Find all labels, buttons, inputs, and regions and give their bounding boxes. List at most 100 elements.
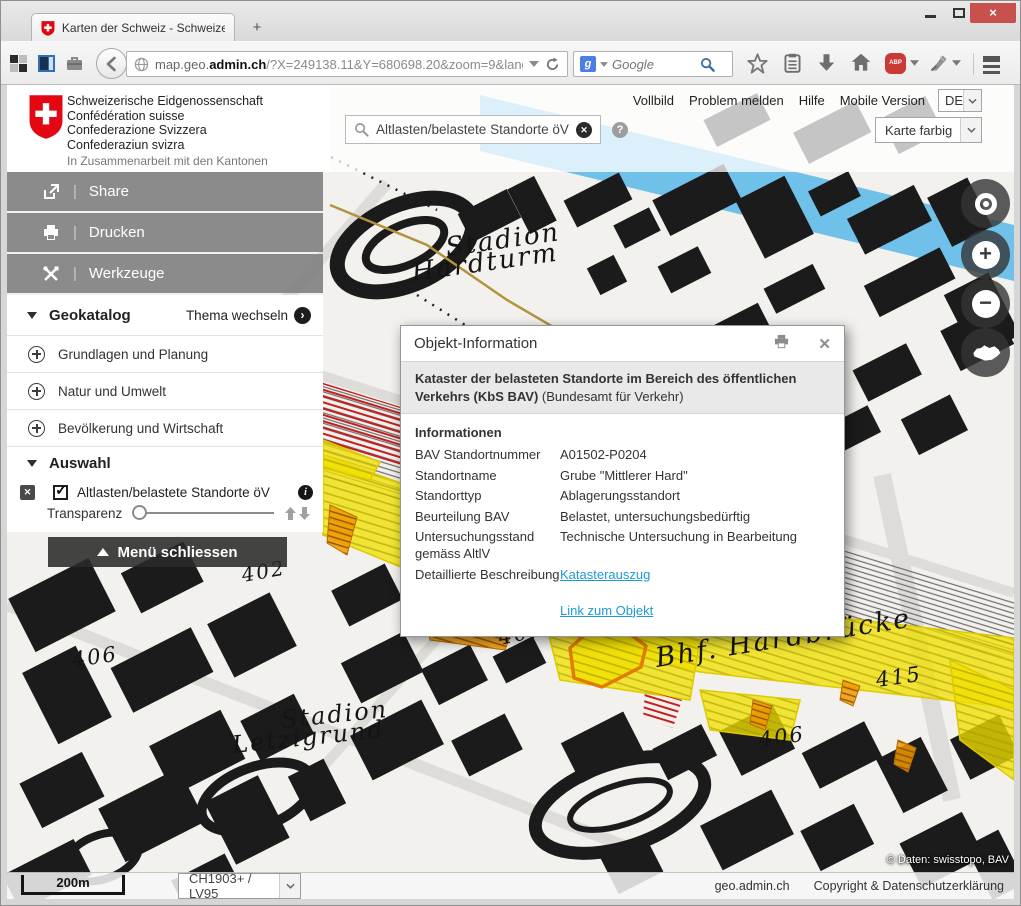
collapse-arrow-icon [27,460,37,467]
adblock-button[interactable]: ABP [885,53,906,74]
change-topic-link[interactable]: Thema wechseln › [186,307,311,324]
katasterauszug-link[interactable]: Katasterauszug [560,567,650,582]
popup-close-icon[interactable]: ✕ [818,335,831,353]
catalog-item-natur[interactable]: Natur und Umwelt [7,372,323,409]
home-button[interactable] [851,53,871,72]
info-row: Standorttyp Ablagerungsstandort [415,487,830,504]
layer-reorder [284,506,311,521]
geocatalog-header[interactable]: Geokatalog Thema wechseln › [7,295,323,335]
search-engine-dropdown-icon[interactable] [600,62,608,67]
urlbar-dropdown-icon[interactable] [529,61,539,67]
bookmarks-menu[interactable] [783,53,802,73]
footer-site-link[interactable]: geo.admin.ch [715,879,790,893]
projection-select[interactable]: CH1903+ / LV95 [178,873,301,899]
transparency-row: Transparenz [7,502,323,532]
transparency-slider[interactable] [132,505,274,521]
footer-copyright-link[interactable]: Copyright & Datenschutzerklärung [814,879,1004,893]
sidebar: | Share | Drucken | Werkzeuge Geokatalog… [7,172,323,532]
menu-icon[interactable] [983,53,1000,62]
close-icon[interactable]: × [970,3,1016,23]
info-row: Detaillierte Beschreibung Katasterauszug [415,566,830,583]
browser-tab[interactable]: Karten der Schweiz - Schweize... [31,13,235,42]
default-extent-button[interactable] [961,328,1010,377]
language-chevron-icon [963,90,981,111]
popup-layer-header: Kataster der belasteten Standorte im Ber… [401,361,844,414]
search-icon [354,122,369,137]
map-style-chevron-icon [960,118,981,142]
search-submit-icon[interactable] [700,57,715,72]
google-logo-icon[interactable]: g [580,56,596,72]
link-problem-melden[interactable]: Problem melden [689,93,784,108]
map-search-box[interactable]: ✕ [345,115,601,144]
swiss-logo [29,94,63,140]
share-icon [41,183,61,201]
web-search-box[interactable]: g [573,51,733,77]
catalog-item-grundlagen[interactable]: Grundlagen und Planung [7,335,323,372]
layer-checkbox[interactable]: ✓ [53,485,68,500]
url-text[interactable]: map.geo.admin.ch/?X=249138.11&Y=680698.2… [155,57,523,72]
catalog-item-bevoelkerung[interactable]: Bevölkerung und Wirtschaft [7,409,323,446]
locate-icon [975,193,997,215]
addon-button[interactable] [929,53,949,73]
reorder-down-icon[interactable] [298,506,311,521]
up-triangle-icon [97,548,109,556]
selection-header[interactable]: Auswahl [7,446,323,480]
layer-row: ✕ ✓ Altlasten/belastete Standorte öV i [7,480,323,502]
language-select[interactable]: DE [938,89,982,112]
locate-button[interactable] [961,179,1010,228]
zoom-in-button[interactable]: + [961,230,1010,279]
search-help-icon[interactable]: ? [612,122,628,138]
web-search-input[interactable] [612,57,696,72]
map-search-input[interactable] [376,122,569,137]
minimize-icon[interactable] [917,5,943,21]
reorder-up-icon[interactable] [284,506,297,521]
remove-layer-button[interactable]: ✕ [20,485,35,500]
clipboard-icon [783,53,802,73]
print-icon [41,224,61,242]
tools-icon [41,265,61,283]
reload-icon[interactable] [545,57,560,72]
toolbar-shortcut-icon-3[interactable] [66,55,83,72]
navigation-toolbar: map.geo.admin.ch/?X=249138.11&Y=680698.2… [1,41,1020,85]
new-tab-button[interactable]: + [244,18,270,39]
back-button[interactable] [96,48,127,79]
confederation-header: Schweizerische Eidgenossenschaft Confédé… [7,85,330,172]
share-button[interactable]: | Share [7,172,323,211]
maximize-icon[interactable] [946,5,972,21]
link-hilfe[interactable]: Hilfe [799,93,825,108]
close-menu-button[interactable]: Menü schliessen [48,537,287,567]
popup-header[interactable]: Objekt-Information ✕ [401,326,844,361]
tab-title: Karten der Schweiz - Schweize... [62,21,225,35]
bookmark-star[interactable] [747,53,768,74]
info-row: BAV Standortnummer A01502-P0204 [415,446,830,463]
link-mobile-version[interactable]: Mobile Version [840,93,925,108]
zoom-out-button[interactable]: − [961,279,1010,328]
clear-search-icon[interactable]: ✕ [576,122,592,138]
forward-arrow-icon: › [294,307,311,324]
map-style-select[interactable]: Karte farbig [875,117,982,143]
minus-icon: − [972,290,1000,318]
switzerland-outline-icon [970,342,1002,364]
addon-dropdown[interactable] [952,60,961,66]
layer-info-icon[interactable]: i [298,485,313,500]
slider-thumb[interactable] [132,505,147,520]
plus-icon: + [972,241,1000,269]
downloads-button[interactable] [817,53,836,72]
popup-print-icon[interactable] [773,334,790,354]
abp-dropdown-icon [910,60,919,66]
object-info-popup[interactable]: Objekt-Information ✕ Kataster der belast… [400,325,845,637]
toolbar-shortcut-icon-1[interactable] [10,55,27,72]
link-vollbild[interactable]: Vollbild [633,93,674,108]
print-button[interactable]: | Drucken [7,213,323,252]
toolbar-shortcut-icon-2[interactable] [38,55,55,72]
transparency-label: Transparenz [47,506,122,521]
adblock-dropdown[interactable] [910,60,919,66]
expand-plus-icon [28,420,45,437]
collapse-arrow-icon [27,312,37,319]
window-titlebar[interactable]: Karten der Schweiz - Schweize... + × [1,1,1020,41]
object-link[interactable]: Link zum Objekt [560,603,653,618]
tools-button[interactable]: | Werkzeuge [7,254,323,293]
addon-icon [929,53,949,73]
url-bar[interactable]: map.geo.admin.ch/?X=249138.11&Y=680698.2… [126,51,568,77]
share-label: Share [89,183,129,200]
